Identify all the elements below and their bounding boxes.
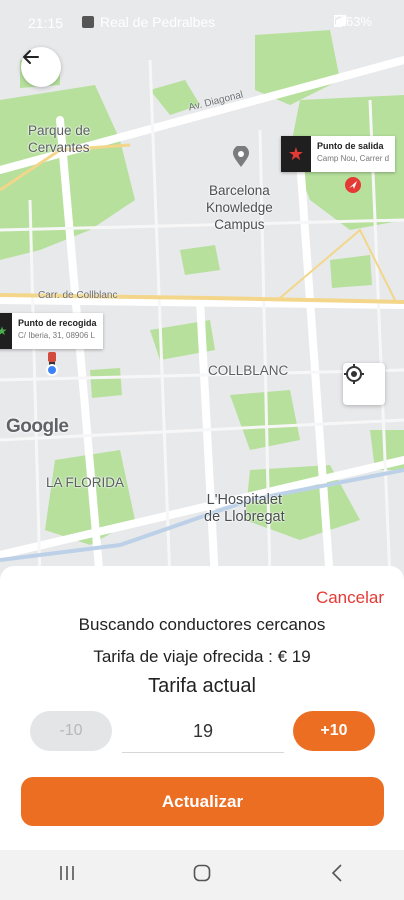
recent-apps-icon [58,865,76,886]
chevron-left-icon [331,863,343,887]
notification-icon [82,16,94,28]
star-icon: ★ [287,144,305,164]
pickup-marker[interactable]: ★ Punto de recogida C/ Iberia, 31, 08906… [0,313,103,349]
recent-apps-button[interactable] [37,855,97,895]
fare-stepper: -10 +10 [0,711,404,753]
status-place: Real de Pedralbes [82,14,215,30]
star-icon: ★ [0,324,8,338]
map-label-collblanc: COLLBLANC [208,363,289,378]
status-right: 63% [333,14,378,29]
map-label-florida: LA FLORIDA [46,475,125,490]
pickup-badge: ★ [0,313,12,349]
status-place-text: Real de Pedralbes [100,14,216,30]
decrease-fare-button[interactable]: -10 [30,711,112,751]
status-bar: 21:15 Real de Pedralbes 63% [0,0,404,44]
home-button[interactable] [172,855,232,895]
bottom-sheet: Cancelar Buscando conductores cercanos T… [0,566,404,850]
status-time: 21:15 [28,15,64,31]
map-label-parque: Parque de Cervantes [28,123,91,155]
home-icon [193,864,211,887]
departure-title: Punto de salida [317,141,384,151]
fare-input[interactable] [122,711,284,753]
searching-text: Buscando conductores cercanos [78,615,326,634]
pickup-address: C/ Iberia, 31, 08906 L [18,331,95,340]
departure-marker[interactable]: ★ Punto de salida Camp Nou, Carrer d [281,136,396,172]
back-button[interactable] [21,47,61,87]
locate-me-button[interactable] [343,363,385,405]
street-collblanc: Carr. de Collblanc [38,290,118,301]
update-button[interactable]: Actualizar [21,777,384,826]
departure-address: Camp Nou, Carrer d [317,154,390,163]
cancel-button[interactable]: Cancelar [316,588,384,608]
increase-fare-button[interactable]: +10 [293,711,375,751]
google-logo: Google [6,416,69,437]
pickup-title: Punto de recogida [18,318,97,328]
map-label-campus: Barcelona Knowledge Campus [206,183,273,232]
system-back-button[interactable] [307,855,367,895]
map-label-hospitalet: L'Hospitalet de Llobregat [204,492,285,525]
map-view[interactable]: 21:15 Real de Pedralbes 63% Parque de Ce… [0,0,404,580]
departure-badge: ★ [281,136,311,172]
battery-percent: 63% [345,14,372,29]
offered-fare-text: Tarifa de viaje ofrecida : € 19 [93,647,311,666]
system-nav-bar [0,850,404,900]
current-fare-heading: Tarifa actual [148,675,256,697]
